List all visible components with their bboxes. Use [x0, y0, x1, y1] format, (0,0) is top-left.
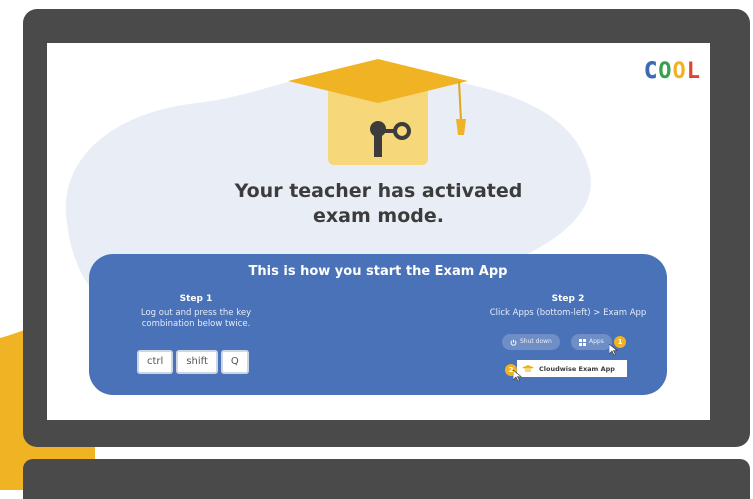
- apps-button-illustration: Apps: [571, 334, 612, 350]
- graduation-cap-icon: [522, 364, 534, 372]
- key-shift: shift: [176, 350, 218, 374]
- instructions-panel: This is how you start the Exam App Step …: [89, 254, 667, 395]
- grid-icon: [579, 338, 586, 346]
- shutdown-button-illustration: Shut down: [502, 334, 560, 350]
- laptop-screen: C O O L Your teacher has activated exam …: [47, 43, 710, 420]
- cool-logo: C O O L: [644, 59, 700, 85]
- logo-letter: L: [686, 59, 700, 84]
- laptop-base: [23, 459, 750, 499]
- title-line: Your teacher has activated: [234, 180, 523, 202]
- key-ctrl: ctrl: [137, 350, 174, 374]
- key-combination: ctrl shift Q: [137, 350, 249, 374]
- step-1-text: Log out and press the key combination be…: [122, 308, 270, 330]
- step-2-text: Click Apps (bottom-left) > Exam App: [489, 308, 647, 318]
- logo-letter: O: [672, 59, 686, 84]
- step-1: Step 1 Log out and press the key combina…: [122, 294, 270, 330]
- step-2-heading: Step 2: [551, 294, 585, 304]
- step-1-text-line: Log out and press the key: [140, 308, 252, 318]
- step-1-text-line: combination below twice.: [141, 319, 251, 329]
- cursor-icon: [609, 344, 618, 356]
- cursor-icon: [513, 370, 522, 382]
- power-icon: [510, 339, 517, 346]
- step-2: Step 2 Click Apps (bottom-left) > Exam A…: [468, 294, 668, 319]
- key-q: Q: [220, 350, 249, 374]
- apps-label: Apps: [589, 338, 604, 345]
- graduation-cap-icon: [288, 59, 468, 165]
- shutdown-label: Shut down: [520, 338, 552, 345]
- logo-letter: C: [644, 59, 658, 85]
- exam-app-label: Cloudwise Exam App: [539, 364, 615, 373]
- exam-app-menu-item: Cloudwise Exam App: [517, 360, 627, 377]
- logo-letter: O: [658, 59, 672, 84]
- page-title: Your teacher has activated exam mode.: [47, 179, 710, 229]
- title-line: exam mode.: [313, 205, 444, 227]
- step-1-heading: Step 1: [179, 294, 213, 304]
- panel-title: This is how you start the Exam App: [248, 264, 508, 279]
